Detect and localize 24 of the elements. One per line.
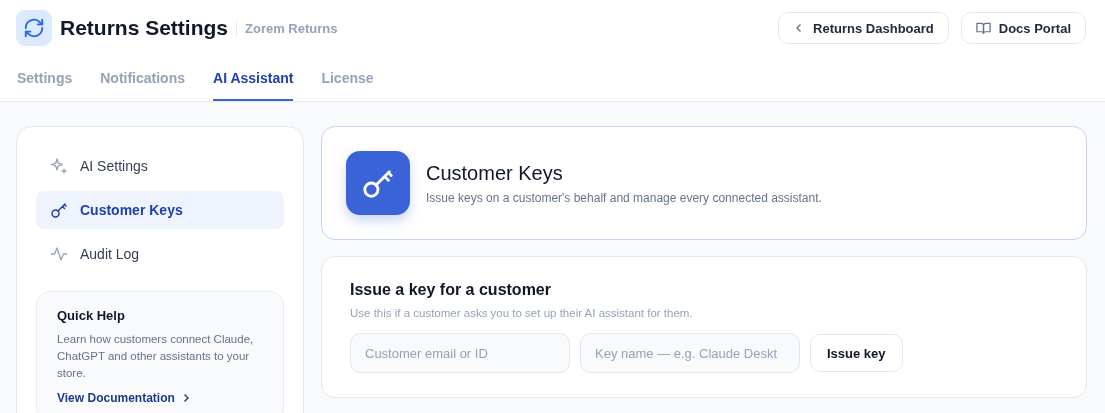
book-icon bbox=[975, 21, 991, 35]
page-subtitle: Zorem Returns bbox=[236, 20, 338, 36]
issue-key-button[interactable]: Issue key bbox=[810, 334, 903, 372]
card-description: Use this if a customer asks you to set up their AI assistant for them. bbox=[350, 307, 694, 319]
page-title: Returns Settings bbox=[60, 16, 229, 40]
help-text: Learn how customers connect Claude, ChatGPT and other assistants to your store. bbox=[57, 332, 255, 381]
sidebar-item[interactable]: Audit Log bbox=[36, 235, 284, 273]
key-icon bbox=[50, 201, 68, 219]
sidebar-item[interactable]: AI Settings bbox=[36, 147, 284, 185]
card-title: Issue a key for a customer bbox=[350, 281, 552, 299]
section-title: Customer Keys bbox=[426, 161, 564, 185]
input-field[interactable]: Key name — e.g. Claude Deskt bbox=[580, 333, 800, 373]
sparkle-icon bbox=[50, 157, 68, 175]
input-field[interactable]: Customer email or ID bbox=[350, 333, 570, 373]
docs-button[interactable]: Docs Portal bbox=[960, 12, 1086, 44]
documentation-link[interactable]: View Documentation bbox=[57, 391, 175, 405]
back-button[interactable]: Returns Dashboard bbox=[778, 12, 949, 44]
tab[interactable]: AI Assistant bbox=[213, 60, 294, 101]
key-icon bbox=[346, 151, 410, 215]
refresh-icon bbox=[16, 10, 52, 46]
pulse-icon bbox=[50, 245, 68, 263]
section-description: Issue keys on a customer's behalf and manage every connected assistant. bbox=[426, 190, 822, 205]
help-title: Quick Help bbox=[57, 308, 126, 323]
sidebar-item[interactable]: Customer Keys bbox=[36, 191, 284, 229]
